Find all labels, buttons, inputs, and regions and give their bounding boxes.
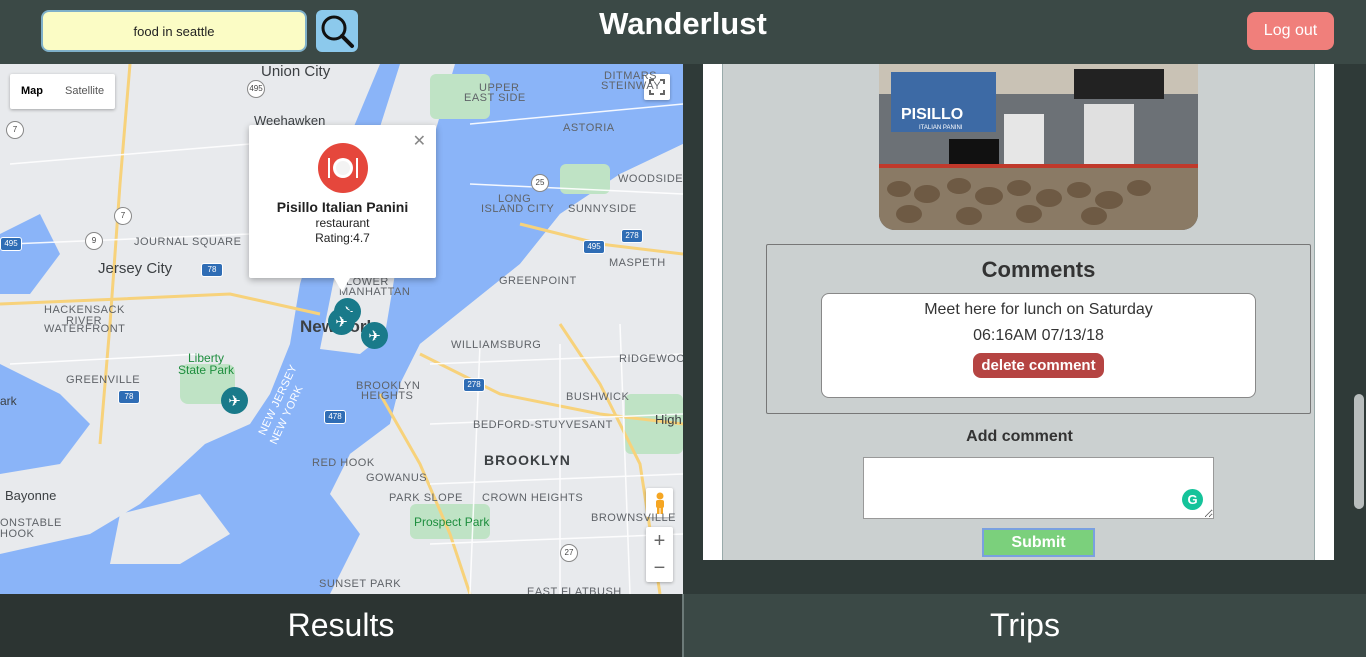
search-icon — [321, 15, 354, 48]
route-shield: 7 — [114, 207, 132, 225]
map-label: State Park — [178, 363, 235, 377]
trip-panel: PISILLO ITALIAN PANINI Comments Meet her… — [683, 64, 1366, 594]
airport-marker[interactable]: ✈ — [361, 322, 388, 349]
map-label: EAST SIDE — [464, 92, 526, 104]
map-label: EAST FLATBUSH — [527, 586, 622, 594]
scrollbar-thumb[interactable] — [1354, 394, 1364, 509]
place-type: restaurant — [315, 216, 370, 230]
map-label: WOODSIDE — [618, 173, 683, 185]
map-label: JOURNAL SQUARE — [134, 236, 242, 248]
map-label: Jersey City — [98, 260, 173, 277]
map-label: GREENPOINT — [499, 275, 577, 287]
map-type-map[interactable]: Map — [10, 74, 54, 109]
map-label: Union City — [261, 64, 331, 80]
map-label: GREENVILLE — [66, 374, 141, 386]
search-input[interactable] — [41, 10, 307, 52]
comments-title: Comments — [981, 257, 1096, 282]
scrollbar-track[interactable] — [1351, 64, 1366, 594]
place-photo: PISILLO ITALIAN PANINI — [879, 64, 1198, 230]
route-shield: 9 — [85, 232, 103, 250]
comments-section: Comments Meet here for lunch on Saturday… — [766, 244, 1311, 414]
comment-item: Meet here for lunch on Saturday 06:16AM … — [821, 293, 1256, 398]
map-label: HOOK — [0, 528, 35, 540]
map-label: High — [655, 412, 682, 427]
airport-marker[interactable]: ✈ — [328, 308, 355, 335]
map-label: Prospect Park — [414, 515, 490, 529]
place-rating: Rating:4.7 — [315, 231, 370, 245]
comment-text: Meet here for lunch on Saturday — [924, 301, 1153, 318]
airplane-icon: ✈ — [368, 327, 381, 345]
airplane-icon: ✈ — [335, 313, 348, 331]
map-label: BROOKLYN — [484, 452, 571, 468]
map-label: RED HOOK — [312, 457, 375, 469]
map-info-window: ✕ Pisillo Italian Panini restaurant Rati… — [249, 125, 436, 292]
map-label: CROWN HEIGHTS — [482, 492, 584, 504]
map-label: Bayonne — [5, 488, 57, 503]
route-shield: 78 — [201, 263, 223, 277]
map-type-satellite[interactable]: Satellite — [54, 74, 115, 109]
map-label: BROWNSVILLE — [591, 512, 676, 524]
route-shield: 27 — [560, 544, 578, 562]
map-label: ASTORIA — [563, 122, 615, 134]
map-label: SUNSET PARK — [319, 578, 402, 590]
comment-timestamp: 06:16AM 07/13/18 — [973, 327, 1104, 344]
zoom-control: + − — [646, 527, 673, 582]
photo-sign-subtext: ITALIAN PANINI — [919, 125, 963, 131]
map-label: BUSHWICK — [566, 391, 630, 403]
route-shield: 278 — [621, 229, 643, 243]
map-label: MASPETH — [609, 257, 666, 269]
logout-button[interactable]: Log out — [1247, 12, 1334, 50]
pegman-icon — [655, 492, 664, 514]
submit-comment-button[interactable]: Submit — [982, 528, 1095, 557]
map-view[interactable]: Map Satellite + − Union City Weehawken J… — [0, 64, 683, 594]
route-shield: 25 — [531, 174, 549, 192]
map-label: BEDFORD-STUYVESANT — [473, 419, 613, 431]
delete-comment-button[interactable]: delete comment — [973, 353, 1104, 378]
map-label: WILLIAMSBURG — [451, 339, 542, 351]
restaurant-icon — [317, 143, 368, 193]
tab-results[interactable]: Results — [0, 594, 682, 657]
map-label: STEINWAY — [601, 80, 662, 92]
map-label: ark — [0, 394, 17, 408]
route-shield: 278 — [463, 378, 485, 392]
airport-marker[interactable]: ✈ — [221, 387, 248, 414]
route-shield: 495 — [247, 80, 265, 98]
map-label: SUNNYSIDE — [568, 203, 637, 215]
shop-photo-graphic: PISILLO ITALIAN PANINI — [879, 64, 1198, 230]
trip-detail: PISILLO ITALIAN PANINI Comments Meet her… — [722, 64, 1315, 560]
zoom-out-button[interactable]: − — [654, 555, 666, 582]
photo-sign-text: PISILLO — [901, 106, 963, 123]
add-comment-label: Add comment — [966, 428, 1073, 445]
trip-card: PISILLO ITALIAN PANINI Comments Meet her… — [703, 64, 1334, 560]
comment-textarea[interactable] — [863, 457, 1214, 519]
app: Wanderlust Log out — [0, 0, 1366, 657]
route-shield: 478 — [324, 410, 346, 424]
route-shield: 495 — [583, 240, 605, 254]
map-label: HEIGHTS — [361, 390, 414, 402]
map-label: RIDGEWOOD — [619, 353, 683, 365]
grammarly-icon[interactable]: G — [1182, 489, 1203, 510]
map-label: WATERFRONT — [44, 323, 126, 335]
header-bar: Wanderlust Log out — [0, 0, 1366, 64]
route-shield: 7 — [6, 121, 24, 139]
airplane-icon: ✈ — [228, 392, 241, 410]
app-title-text: Wanderlust — [599, 6, 767, 41]
place-name: Pisillo Italian Panini — [276, 199, 409, 215]
tab-trips[interactable]: Trips — [684, 594, 1366, 657]
route-shield: 495 — [0, 237, 22, 251]
map-label: GOWANUS — [366, 472, 428, 484]
search-button[interactable] — [316, 10, 358, 52]
map-label: ISLAND CITY — [481, 203, 555, 215]
zoom-in-button[interactable]: + — [654, 528, 666, 555]
route-shield: 78 — [118, 390, 140, 404]
close-icon[interactable]: ✕ — [413, 131, 426, 151]
map-label: PARK SLOPE — [389, 492, 463, 504]
map-type-toggle: Map Satellite — [10, 74, 116, 109]
